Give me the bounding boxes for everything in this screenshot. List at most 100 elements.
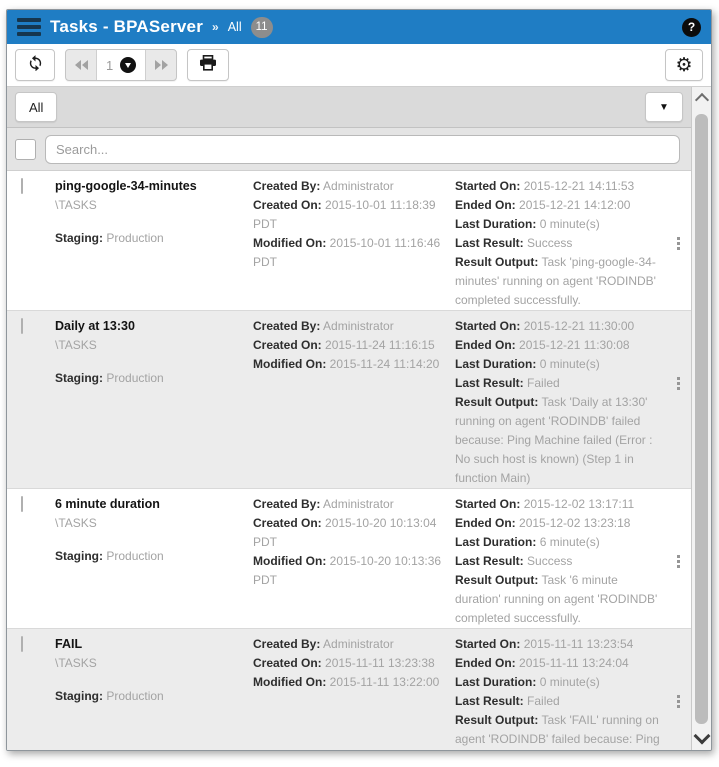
modified-on-label: Modified On: [253,554,326,568]
started-on-value: 2015-12-21 11:30:00 [524,319,635,333]
last-result-value: Success [527,554,572,568]
staging-value: Production [106,689,163,703]
task-path: \TASKS [55,654,253,673]
task-count-badge: 11 [251,17,273,38]
row-menu-kebab-icon[interactable] [675,235,682,252]
result-output-label: Result Output: [455,573,538,587]
created-by-label: Created By: [253,497,320,511]
staging-label: Staging: [55,371,103,385]
toolbar: 1 ⚙ [7,44,711,87]
modified-on-value: 2015-11-11 13:22:00 [330,675,440,689]
chevron-down-icon: ▼ [659,102,669,113]
last-result-value: Failed [527,376,560,390]
double-right-arrow-icon [155,60,161,70]
started-on-label: Started On: [455,319,520,333]
created-by-label: Created By: [253,637,320,651]
task-path: \TASKS [55,196,253,215]
task-row: Daily at 13:30 \TASKS Staging: Productio… [7,311,691,489]
modified-on-label: Modified On: [253,236,326,250]
started-on-label: Started On: [455,637,520,651]
previous-page-button[interactable] [66,50,96,80]
pagination-control: 1 [65,49,177,81]
last-duration-label: Last Duration: [455,217,536,231]
last-duration-value: 6 minute(s) [540,535,600,549]
task-name: ping-google-34-minutes [55,177,253,196]
row-checkbox[interactable] [21,636,23,652]
task-path: \TASKS [55,514,253,533]
created-by-label: Created By: [253,179,320,193]
last-result-label: Last Result: [455,236,524,250]
last-result-label: Last Result: [455,376,524,390]
task-name: FAIL [55,635,253,654]
started-on-value: 2015-12-02 13:17:11 [524,497,635,511]
scroll-up-icon[interactable] [694,93,708,107]
scrollbar-thumb[interactable] [695,114,708,724]
task-name: 6 minute duration [55,495,253,514]
double-left-arrow-icon [75,60,81,70]
refresh-button[interactable] [15,49,55,81]
settings-button[interactable]: ⚙ [665,49,703,81]
last-duration-value: 0 minute(s) [540,675,600,689]
row-menu-kebab-icon[interactable] [675,693,682,710]
menu-hamburger-icon[interactable] [17,16,41,38]
row-menu-kebab-icon[interactable] [675,375,682,392]
created-on-value: 2015-11-24 11:16:15 [325,338,435,352]
row-menu-kebab-icon[interactable] [675,553,682,570]
row-checkbox[interactable] [21,178,23,194]
created-on-label: Created On: [253,198,322,212]
staging-value: Production [106,549,163,563]
created-on-value: 2015-11-11 13:23:38 [325,656,435,670]
ended-on-value: 2015-12-21 14:12:00 [519,198,630,212]
last-duration-value: 0 minute(s) [540,357,600,371]
last-duration-label: Last Duration: [455,357,536,371]
staging-label: Staging: [55,549,103,563]
vertical-scrollbar[interactable] [691,87,711,750]
search-bar [7,128,691,171]
printer-icon [199,55,217,76]
staging-value: Production [106,371,163,385]
ended-on-value: 2015-11-11 13:24:04 [519,656,629,670]
scroll-down-icon[interactable] [693,728,710,745]
result-output-label: Result Output: [455,713,538,727]
search-input[interactable] [45,135,680,164]
next-page-button[interactable] [146,50,176,80]
modified-on-value: 2015-11-24 11:14:20 [330,357,440,371]
breadcrumb-crumb: All [228,20,242,34]
row-checkbox[interactable] [21,496,23,512]
created-by-value: Administrator [323,179,394,193]
last-duration-value: 0 minute(s) [540,217,600,231]
print-button[interactable] [187,49,229,81]
select-all-checkbox[interactable] [15,139,36,160]
result-output-label: Result Output: [455,255,538,269]
app-header: Tasks - BPAServer » All 11 ? [7,10,711,44]
modified-on-label: Modified On: [253,357,326,371]
last-result-value: Failed [527,694,560,708]
created-by-value: Administrator [323,319,394,333]
last-duration-label: Last Duration: [455,535,536,549]
created-by-value: Administrator [323,497,394,511]
tab-all[interactable]: All [15,92,57,122]
ended-on-label: Ended On: [455,516,516,530]
filter-dropdown-button[interactable]: ▼ [645,92,683,122]
help-icon[interactable]: ? [682,18,701,37]
task-list: ping-google-34-minutes \TASKS Staging: P… [7,171,691,750]
modified-on-label: Modified On: [253,675,326,689]
page-dropdown-icon[interactable] [120,57,136,73]
gear-icon: ⚙ [675,56,692,75]
app-window: Tasks - BPAServer » All 11 ? 1 [6,9,712,751]
task-row: 6 minute duration \TASKS Staging: Produc… [7,489,691,629]
staging-label: Staging: [55,231,103,245]
row-checkbox[interactable] [21,318,23,334]
task-row: FAIL \TASKS Staging: Production Created … [7,629,691,750]
ended-on-value: 2015-12-21 11:30:08 [519,338,630,352]
last-result-value: Success [527,236,572,250]
page-select[interactable]: 1 [96,50,146,80]
last-result-label: Last Result: [455,694,524,708]
page-number: 1 [106,58,113,73]
result-output-label: Result Output: [455,395,538,409]
started-on-value: 2015-12-21 14:11:53 [524,179,635,193]
refresh-icon [27,54,44,76]
task-row: ping-google-34-minutes \TASKS Staging: P… [7,171,691,311]
ended-on-label: Ended On: [455,338,516,352]
started-on-label: Started On: [455,179,520,193]
